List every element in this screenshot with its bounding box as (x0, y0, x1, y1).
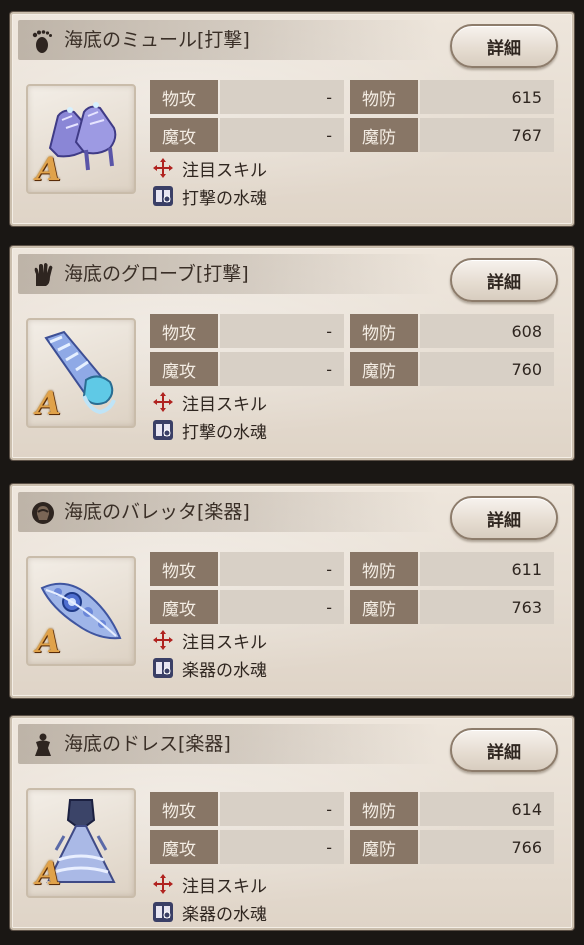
stat-value: - (220, 352, 344, 386)
detail-button[interactable]: 詳細 (450, 496, 558, 540)
detail-button[interactable]: 詳細 (450, 24, 558, 68)
detail-button[interactable]: 詳細 (450, 728, 558, 772)
stat-label: 物防 (350, 314, 418, 348)
item-title: 海底のミュール[打撃] (64, 29, 250, 51)
soul-label: 楽器の水魂 (182, 904, 267, 925)
stat-phys-defense: 物防 614 (350, 792, 554, 826)
stat-label: 物攻 (150, 314, 218, 348)
head-icon (32, 502, 54, 524)
foot-icon (32, 30, 52, 53)
stat-phys-attack: 物攻 - (150, 552, 344, 586)
stat-mag-defense: 魔防 763 (350, 590, 554, 624)
stat-label: 魔攻 (150, 118, 218, 152)
item-thumbnail: A (26, 318, 136, 428)
soul-book-icon (153, 902, 173, 922)
skill-focus-label: 注目スキル (182, 632, 267, 653)
stat-label: 魔攻 (150, 352, 218, 386)
stat-value: 614 (420, 792, 554, 826)
skill-focus-label: 注目スキル (182, 394, 267, 415)
stat-value: 608 (420, 314, 554, 348)
stat-phys-defense: 物防 611 (350, 552, 554, 586)
soul-book-icon (153, 186, 173, 206)
stat-label: 物防 (350, 792, 418, 826)
equipment-card: 海底のグローブ[打撃] 詳細 A 物攻 - 物防 608 魔攻 - 魔防 760… (10, 246, 574, 460)
stat-value: - (220, 118, 344, 152)
stat-label: 物攻 (150, 792, 218, 826)
stat-phys-attack: 物攻 - (150, 314, 344, 348)
stat-phys-defense: 物防 608 (350, 314, 554, 348)
stat-value: 767 (420, 118, 554, 152)
cross-arrows-icon (153, 158, 173, 178)
stat-value: - (220, 830, 344, 864)
rank-badge: A (36, 384, 61, 422)
stat-mag-defense: 魔防 766 (350, 830, 554, 864)
stat-label: 魔防 (350, 590, 418, 624)
soul-book-icon (153, 658, 173, 678)
rank-badge: A (36, 150, 61, 188)
skill-focus-row: 注目スキル (152, 156, 267, 181)
stat-phys-defense: 物防 615 (350, 80, 554, 114)
stat-value: 763 (420, 590, 554, 624)
stat-value: - (220, 80, 344, 114)
soul-label: 楽器の水魂 (182, 660, 267, 681)
item-title: 海底のバレッタ[楽器] (64, 501, 250, 523)
item-title: 海底のドレス[楽器] (64, 733, 231, 755)
stat-label: 魔防 (350, 118, 418, 152)
skill-focus-label: 注目スキル (182, 160, 267, 181)
stat-label: 魔防 (350, 352, 418, 386)
skill-focus-row: 注目スキル (152, 628, 267, 653)
soul-label: 打撃の水魂 (182, 422, 267, 443)
stat-value: - (220, 552, 344, 586)
stat-mag-defense: 魔防 760 (350, 352, 554, 386)
stat-mag-attack: 魔攻 - (150, 352, 344, 386)
stat-value: - (220, 314, 344, 348)
body-icon (35, 733, 51, 756)
stat-label: 物攻 (150, 80, 218, 114)
soul-label: 打撃の水魂 (182, 188, 267, 209)
rank-badge: A (36, 854, 61, 892)
stat-value: 611 (420, 552, 554, 586)
soul-book-icon (153, 420, 173, 440)
cross-arrows-icon (153, 874, 173, 894)
stat-label: 魔攻 (150, 830, 218, 864)
soul-row: 楽器の水魂 (152, 900, 267, 925)
stat-mag-attack: 魔攻 - (150, 118, 344, 152)
stat-mag-attack: 魔攻 - (150, 830, 344, 864)
soul-row: 楽器の水魂 (152, 656, 267, 681)
skill-focus-row: 注目スキル (152, 390, 267, 415)
soul-row: 打撃の水魂 (152, 184, 267, 209)
stat-mag-defense: 魔防 767 (350, 118, 554, 152)
stat-mag-attack: 魔攻 - (150, 590, 344, 624)
cross-arrows-icon (153, 392, 173, 412)
stat-label: 魔防 (350, 830, 418, 864)
skill-focus-label: 注目スキル (182, 876, 267, 897)
item-thumbnail: A (26, 788, 136, 898)
item-title: 海底のグローブ[打撃] (64, 263, 249, 285)
cross-arrows-icon (153, 630, 173, 650)
stat-value: - (220, 792, 344, 826)
stat-label: 物攻 (150, 552, 218, 586)
skill-focus-row: 注目スキル (152, 872, 267, 897)
equipment-card: 海底のドレス[楽器] 詳細 A 物攻 - 物防 614 魔攻 - 魔防 766 … (10, 716, 574, 930)
detail-button[interactable]: 詳細 (450, 258, 558, 302)
equipment-card: 海底のミュール[打撃] 詳細 A 物攻 - 物防 615 魔攻 - 魔防 767… (10, 12, 574, 226)
stat-phys-attack: 物攻 - (150, 80, 344, 114)
stat-value: 760 (420, 352, 554, 386)
item-thumbnail: A (26, 84, 136, 194)
stat-label: 魔攻 (150, 590, 218, 624)
rank-badge: A (36, 622, 61, 660)
equipment-card: 海底のバレッタ[楽器] 詳細 A 物攻 - 物防 611 魔攻 - 魔防 763… (10, 484, 574, 698)
stat-label: 物防 (350, 80, 418, 114)
item-thumbnail: A (26, 556, 136, 666)
hand-icon (34, 263, 53, 286)
stat-phys-attack: 物攻 - (150, 792, 344, 826)
stat-label: 物防 (350, 552, 418, 586)
soul-row: 打撃の水魂 (152, 418, 267, 443)
stat-value: 615 (420, 80, 554, 114)
stat-value: - (220, 590, 344, 624)
stat-value: 766 (420, 830, 554, 864)
